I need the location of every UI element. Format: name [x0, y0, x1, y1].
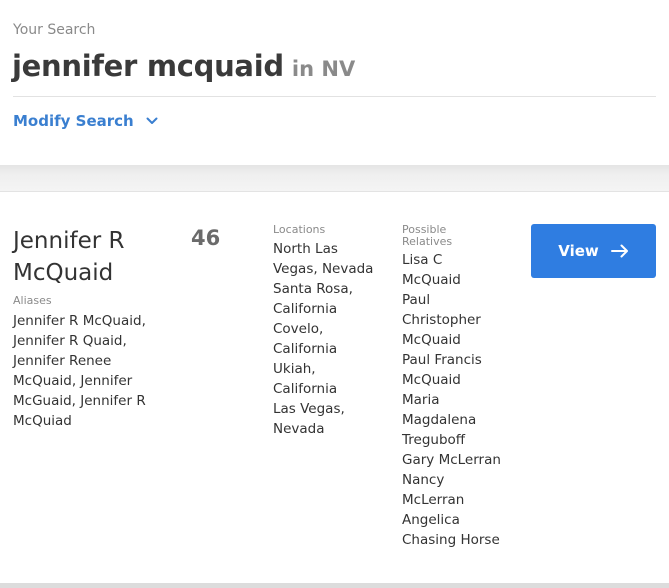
- relative-line: Treguboff: [402, 432, 466, 448]
- view-button[interactable]: View: [531, 224, 656, 278]
- location-line: Las Vegas,: [273, 401, 345, 417]
- relative-line: Angelica: [402, 512, 460, 528]
- relative-line: McQuaid: [402, 372, 461, 388]
- search-summary-panel: Your Search jennifer mcquaid in NV Modif…: [0, 0, 669, 165]
- modify-search-label: Modify Search: [13, 112, 134, 130]
- alias-line: McQuiad: [13, 413, 72, 429]
- relative-line: Chasing Horse: [402, 532, 500, 548]
- section-separator: [0, 165, 669, 192]
- relative-line: Gary McLerran: [402, 452, 501, 468]
- relatives-list: Lisa C McQuaid Paul Christopher McQuaid …: [402, 250, 512, 550]
- view-button-label: View: [558, 242, 599, 260]
- locations-label: Locations: [273, 223, 326, 236]
- relative-line: Christopher: [402, 312, 481, 328]
- modify-search-button[interactable]: Modify Search: [13, 112, 158, 130]
- location-line: Nevada: [273, 421, 325, 437]
- chevron-down-icon: [146, 117, 158, 124]
- relative-line: Paul: [402, 292, 431, 308]
- locations-list: North Las Vegas, Nevada Santa Rosa, Cali…: [273, 239, 383, 439]
- relatives-section: Possible Relatives Lisa C McQuaid Paul C…: [402, 224, 512, 550]
- person-age: 46: [191, 226, 221, 250]
- location-line: North Las: [273, 241, 338, 257]
- your-search-label: Your Search: [13, 22, 96, 38]
- alias-line: Jennifer R Quaid,: [13, 333, 127, 349]
- relative-line: Lisa C: [402, 252, 443, 268]
- aliases-section: Aliases Jennifer R McQuaid, Jennifer R Q…: [13, 295, 158, 431]
- person-name: Jennifer R McQuaid: [13, 225, 173, 289]
- relative-line: McQuaid: [402, 332, 461, 348]
- location-line: Covelo,: [273, 321, 324, 337]
- relatives-label-line: Relatives: [402, 235, 453, 248]
- relative-line: Maria: [402, 392, 440, 408]
- search-query-location: in NV: [291, 57, 356, 81]
- arrow-right-icon: [610, 244, 628, 258]
- location-line: Ukiah,: [273, 361, 316, 377]
- aliases-label: Aliases: [13, 294, 52, 307]
- location-line: Santa Rosa,: [273, 281, 353, 297]
- locations-section: Locations North Las Vegas, Nevada Santa …: [273, 224, 383, 439]
- alias-line: Jennifer R McQuaid,: [13, 313, 146, 329]
- alias-line: McGuaid, Jennifer R: [13, 393, 146, 409]
- result-card: Jennifer R McQuaid 46 Aliases Jennifer R…: [0, 193, 669, 583]
- relatives-label: Possible Relatives: [402, 224, 512, 248]
- person-name-line: McQuaid: [13, 260, 114, 286]
- search-divider: [13, 96, 656, 97]
- location-line: California: [273, 301, 338, 317]
- person-name-line: Jennifer R: [13, 228, 125, 254]
- search-heading: jennifer mcquaid in NV: [12, 49, 355, 83]
- relative-line: McQuaid: [402, 272, 461, 288]
- location-line: California: [273, 381, 338, 397]
- location-line: California: [273, 341, 338, 357]
- aliases-text: Jennifer R McQuaid, Jennifer R Quaid, Je…: [13, 311, 158, 431]
- location-line: Vegas, Nevada: [273, 261, 374, 277]
- relative-line: Nancy: [402, 472, 445, 488]
- relative-line: Paul Francis: [402, 352, 482, 368]
- bottom-separator: [0, 583, 669, 588]
- alias-line: Jennifer Renee: [13, 353, 112, 369]
- search-query-name: jennifer mcquaid: [12, 49, 284, 83]
- relative-line: Magdalena: [402, 412, 477, 428]
- relative-line: McLerran: [402, 492, 465, 508]
- alias-line: McQuaid, Jennifer: [13, 373, 133, 389]
